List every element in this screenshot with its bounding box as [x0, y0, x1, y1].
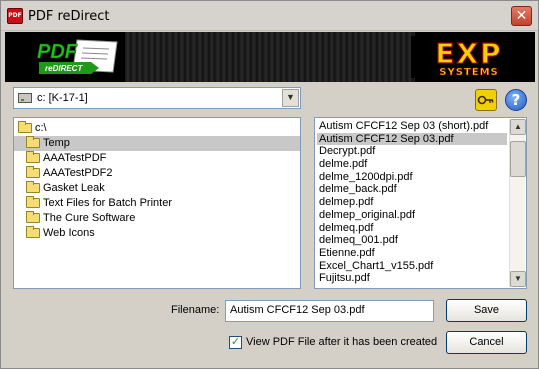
file-item-selected[interactable]: Autism CFCF12 Sep 03.pdf	[317, 132, 507, 146]
brand-subtext: SYSTEMS	[439, 67, 498, 78]
view-pdf-checkbox[interactable]: ✓	[229, 336, 242, 349]
file-item[interactable]: delmeq.pdf	[317, 222, 507, 235]
brand-text: EXP	[435, 37, 502, 70]
drive-select[interactable]: c: [K-17-1] ▼	[13, 87, 301, 109]
file-item[interactable]: Fujitsu.pdf	[317, 272, 507, 285]
directory-label: Gasket Leak	[43, 182, 105, 194]
file-list-scrollbar[interactable]: ▲ ▼	[509, 119, 526, 287]
folder-icon	[26, 196, 40, 209]
directory-item[interactable]: The Cure Software	[14, 211, 300, 226]
banner: PDF reDIRECT EXP SYSTEMS	[5, 32, 535, 82]
directory-item[interactable]: AAATestPDF	[14, 151, 300, 166]
directory-label: Text Files for Batch Printer	[43, 197, 172, 209]
folder-icon	[26, 211, 40, 224]
directory-item-selected[interactable]: Temp	[14, 136, 300, 151]
drive-selected-value: c: [K-17-1]	[37, 92, 88, 104]
file-item[interactable]: delmeq_001.pdf	[317, 234, 507, 247]
key-icon[interactable]	[475, 89, 497, 111]
file-item[interactable]: delmep.pdf	[317, 196, 507, 209]
directory-item[interactable]: Text Files for Batch Printer	[14, 196, 300, 211]
file-item[interactable]: delmep_original.pdf	[317, 209, 507, 222]
help-icon[interactable]: ?	[505, 89, 527, 111]
directory-label: The Cure Software	[43, 212, 136, 224]
save-button[interactable]: Save	[446, 299, 527, 322]
folder-open-icon	[18, 121, 32, 134]
directory-label: Temp	[43, 137, 70, 149]
key-icon-graphic	[477, 95, 494, 105]
file-item[interactable]: delme_back.pdf	[317, 183, 507, 196]
scroll-up-icon[interactable]: ▲	[510, 119, 526, 135]
scroll-down-icon[interactable]: ▼	[510, 271, 526, 287]
window-title: PDF reDirect	[28, 9, 110, 24]
directory-item[interactable]: Web Icons	[14, 226, 300, 241]
file-item[interactable]: Etienne.pdf	[317, 247, 507, 260]
directory-label: AAATestPDF	[43, 152, 107, 164]
file-list[interactable]: Autism CFCF12 Sep 03 (short).pdf Autism …	[314, 117, 527, 289]
directory-item[interactable]: Gasket Leak	[14, 181, 300, 196]
folder-icon	[26, 181, 40, 194]
view-pdf-checkbox-label[interactable]: View PDF File after it has been created	[246, 336, 437, 348]
exp-systems-logo: EXP SYSTEMS	[411, 36, 527, 78]
folder-icon	[26, 226, 40, 239]
file-item[interactable]: delme_1200dpi.pdf	[317, 171, 507, 184]
close-button[interactable]: ✕	[511, 6, 532, 26]
chevron-down-icon[interactable]: ▼	[282, 89, 299, 107]
banner-decoration	[125, 32, 415, 82]
logo-subtext: reDIRECT	[45, 64, 83, 73]
scroll-thumb[interactable]	[510, 141, 526, 177]
title-bar[interactable]: PDF PDF reDirect ✕	[1, 1, 538, 31]
directory-label: AAATestPDF2	[43, 167, 113, 179]
filename-input[interactable]: Autism CFCF12 Sep 03.pdf	[225, 300, 434, 322]
directory-label: c:\	[35, 122, 47, 134]
hard-drive-icon	[18, 93, 32, 103]
file-item[interactable]: Autism CFCF12 Sep 03 (short).pdf	[317, 120, 507, 133]
pdf-redirect-logo: PDF reDIRECT	[37, 39, 118, 74]
cancel-button[interactable]: Cancel	[446, 331, 527, 354]
folder-icon	[26, 166, 40, 179]
logo-text: PDF	[37, 41, 78, 63]
directory-item[interactable]: AAATestPDF2	[14, 166, 300, 181]
file-item[interactable]: delme.pdf	[317, 158, 507, 171]
pdf-redirect-window: PDF PDF reDirect ✕ PDF reDIRECT EXP SYST…	[0, 0, 539, 369]
file-item[interactable]: Decrypt.pdf	[317, 145, 507, 158]
directory-label: Web Icons	[43, 227, 95, 239]
pdf-app-icon: PDF	[7, 8, 23, 24]
folder-open-icon	[26, 136, 40, 149]
filename-label: Filename:	[171, 304, 220, 316]
file-list-items: Autism CFCF12 Sep 03 (short).pdf Autism …	[317, 120, 507, 286]
folder-icon	[26, 151, 40, 164]
file-item[interactable]: Excel_Chart1_v155.pdf	[317, 260, 507, 273]
directory-item[interactable]: c:\	[14, 121, 300, 136]
directory-list[interactable]: c:\ Temp AAATestPDF AAATestPDF2 Gasket L…	[13, 117, 301, 289]
